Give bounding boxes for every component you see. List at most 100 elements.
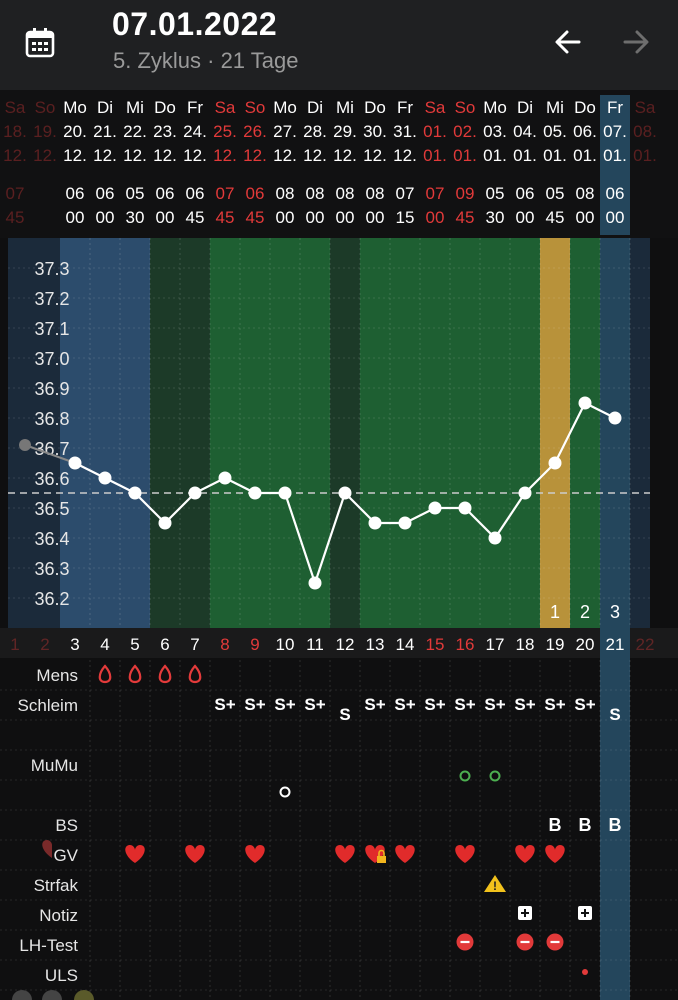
measure-minute-label: 00 — [306, 208, 325, 227]
mucus-value: S+ — [214, 695, 235, 714]
temperature-point[interactable] — [248, 486, 262, 500]
temperature-point[interactable] — [488, 531, 502, 545]
day-of-month-label: 30. — [363, 122, 387, 141]
bottom-control-icon[interactable] — [12, 990, 32, 1000]
weekday-label: Mi — [336, 98, 354, 117]
heart-icon[interactable] — [395, 845, 415, 863]
temperature-point[interactable] — [578, 396, 592, 410]
cycle-day-number: 1 — [10, 635, 19, 654]
temperature-point[interactable] — [98, 471, 112, 485]
weekday-label: Fr — [397, 98, 413, 117]
row-label-uls: ULS — [45, 966, 78, 985]
calendar-button[interactable] — [20, 22, 60, 62]
measure-hour-label: 08 — [276, 184, 295, 203]
heart-icon[interactable] — [245, 845, 265, 863]
post-ovulation-count: 2 — [580, 602, 590, 622]
blood-drop-icon[interactable] — [188, 664, 202, 684]
measure-hour-label: 06 — [606, 184, 625, 203]
temperature-point[interactable] — [518, 486, 532, 500]
day-of-month-label: 20. — [63, 122, 87, 141]
mucus-value: S+ — [574, 695, 595, 714]
current-date-title: 07.01.2022 — [112, 6, 278, 42]
measure-minute-label: 00 — [156, 208, 175, 227]
mucus-value: S+ — [514, 695, 535, 714]
temperature-point[interactable] — [428, 501, 442, 515]
cycle-day-number: 20 — [576, 635, 595, 654]
day-of-month-label: 28. — [303, 122, 327, 141]
cycle-chart[interactable]: Sa18.12.0745So19.12.Mo20.12.0600Di21.12.… — [0, 90, 678, 1000]
temperature-point[interactable] — [338, 486, 352, 500]
temperature-point[interactable] — [158, 516, 172, 530]
heart-icon[interactable] — [125, 845, 145, 863]
arrow-left-icon — [555, 30, 581, 54]
cervix-marker-icon[interactable] — [489, 770, 501, 782]
heart-icon[interactable] — [545, 845, 565, 863]
day-of-month-label: 23. — [153, 122, 177, 141]
temperature-point[interactable] — [608, 411, 622, 425]
temperature-point[interactable] — [458, 501, 472, 515]
measure-minute-label: 00 — [576, 208, 595, 227]
measure-minute-label: 00 — [96, 208, 115, 227]
heart-icon[interactable] — [335, 845, 355, 863]
temperature-point[interactable] — [368, 516, 382, 530]
measure-minute-label: 00 — [606, 208, 625, 227]
day-of-month-label: 31. — [393, 122, 417, 141]
heart-icon[interactable] — [185, 845, 205, 863]
temperature-point[interactable] — [308, 576, 322, 590]
measure-hour-label: 07 — [396, 184, 415, 203]
y-tick-label: 36.9 — [34, 379, 69, 399]
day-of-month-label: 04. — [513, 122, 537, 141]
cycle-day-number: 4 — [100, 635, 109, 654]
temperature-point[interactable] — [278, 486, 292, 500]
month-label: 12. — [303, 146, 327, 165]
y-tick-label: 37.2 — [34, 289, 69, 309]
measure-hour-label: 08 — [576, 184, 595, 203]
temperature-point[interactable] — [548, 456, 562, 470]
heart-icon[interactable] — [515, 845, 535, 863]
day-of-month-label: 07. — [603, 122, 627, 141]
weekday-label: Mo — [63, 98, 87, 117]
measure-hour-label: 05 — [546, 184, 565, 203]
mucus-value: S+ — [484, 695, 505, 714]
month-label: 01. — [573, 146, 597, 165]
cycle-day-number: 16 — [456, 635, 475, 654]
day-of-month-label: 22. — [123, 122, 147, 141]
bottom-control-icon[interactable] — [42, 990, 62, 1000]
blood-drop-icon[interactable] — [158, 664, 172, 684]
phase-band-menstruation — [60, 238, 150, 628]
measure-hour-label: 08 — [366, 184, 385, 203]
temperature-point[interactable] — [218, 471, 232, 485]
weekday-label: Do — [154, 98, 176, 117]
temperature-point[interactable] — [128, 486, 142, 500]
previous-day-button[interactable] — [548, 22, 588, 62]
temperature-point[interactable] — [188, 486, 202, 500]
blood-drop-icon[interactable] — [98, 664, 112, 684]
measure-minute-label: 00 — [66, 208, 85, 227]
cervix-marker-icon[interactable] — [459, 770, 471, 782]
temperature-point[interactable] — [398, 516, 412, 530]
measure-minute-label: 45 — [456, 208, 475, 227]
dot-icon[interactable] — [582, 969, 588, 975]
cycle-day-number: 12 — [336, 635, 355, 654]
weekday-label: So — [455, 98, 476, 117]
weekday-label: Mi — [126, 98, 144, 117]
arrow-right-icon — [623, 30, 649, 54]
cervix-marker-icon[interactable] — [279, 786, 291, 798]
next-day-button[interactable] — [616, 22, 656, 62]
cycle-subtitle: 5. Zyklus · 21 Tage — [113, 48, 299, 73]
measure-hour-label: 07 — [216, 184, 235, 203]
blood-drop-icon[interactable] — [128, 664, 142, 684]
day-of-month-label: 27. — [273, 122, 297, 141]
row-label-notiz: Notiz — [39, 906, 78, 925]
mucus-value: S — [609, 705, 620, 724]
mucus-value: S+ — [544, 695, 565, 714]
day-of-month-label: 24. — [183, 122, 207, 141]
mucus-value: S+ — [244, 695, 265, 714]
weekday-label: Sa — [215, 98, 236, 117]
month-label: 12. — [273, 146, 297, 165]
heart-icon[interactable] — [455, 845, 475, 863]
bottom-control-icon[interactable] — [74, 990, 94, 1000]
row-label-bs: BS — [55, 816, 78, 835]
temperature-point[interactable] — [68, 456, 82, 470]
phase-band-infertile — [330, 238, 360, 628]
